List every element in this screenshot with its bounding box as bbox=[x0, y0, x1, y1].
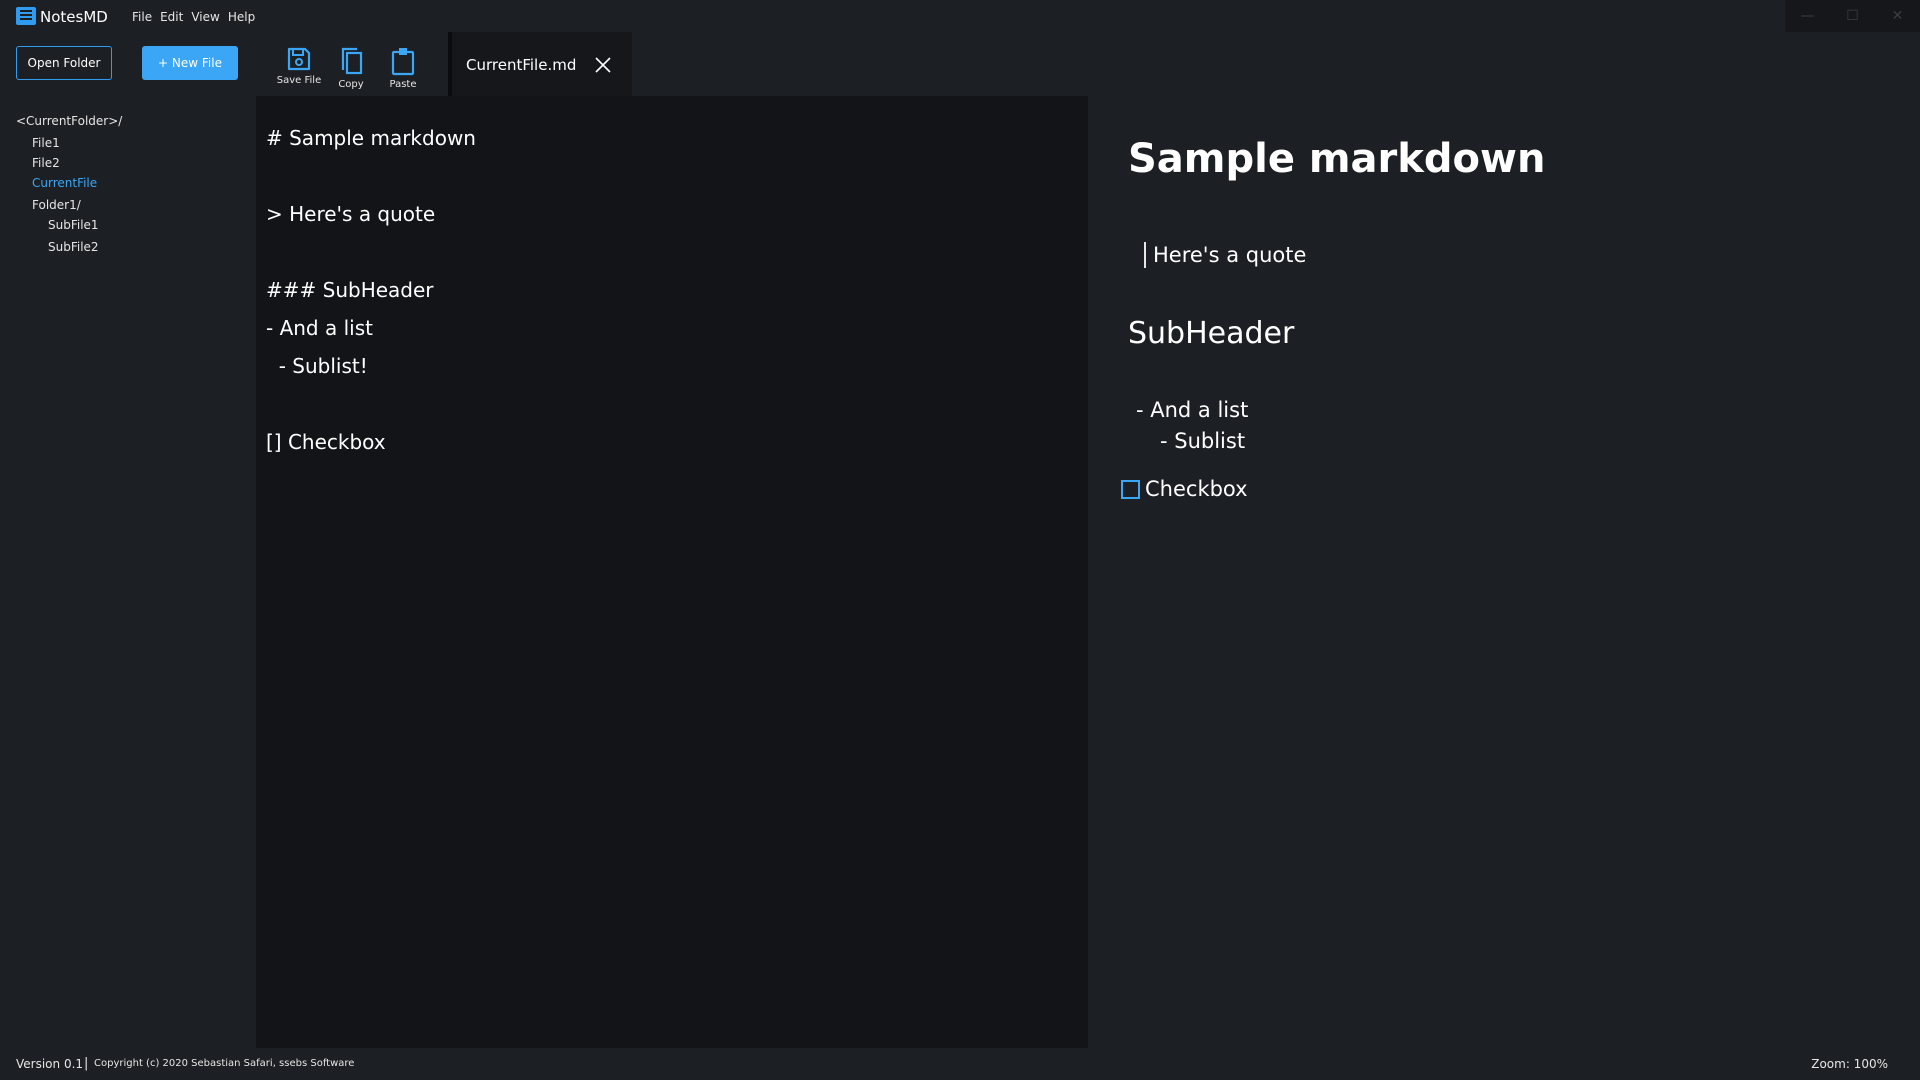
menu-view[interactable]: View bbox=[191, 10, 219, 24]
tree-item-file1[interactable]: File1 bbox=[32, 136, 60, 150]
tab-label: CurrentFile.md bbox=[466, 56, 577, 74]
editor-line: - Sublist! bbox=[266, 354, 368, 378]
preview-checkbox-label: Checkbox bbox=[1145, 477, 1248, 501]
preview-sublist-item: - Sublist bbox=[1160, 429, 1246, 453]
copy-button[interactable]: Copy bbox=[323, 46, 379, 90]
editor-line: - And a list bbox=[266, 316, 373, 340]
paste-button[interactable]: Paste bbox=[375, 46, 431, 90]
copy-label: Copy bbox=[338, 79, 364, 90]
maximize-button[interactable]: ☐ bbox=[1838, 8, 1868, 24]
preview-blockquote: Here's a quote bbox=[1144, 242, 1306, 268]
editor-line: > Here's a quote bbox=[266, 202, 436, 226]
tree-item-subfile1[interactable]: SubFile1 bbox=[48, 218, 99, 232]
editor-line: [] Checkbox bbox=[266, 430, 386, 454]
status-separator: | bbox=[84, 1056, 89, 1071]
minimize-button[interactable]: — bbox=[1793, 8, 1823, 24]
markdown-preview: Sample markdown Here's a quote SubHeader… bbox=[1088, 96, 1920, 1048]
paste-label: Paste bbox=[389, 79, 417, 90]
tree-item-currentfile[interactable]: CurrentFile bbox=[32, 176, 97, 190]
menu-edit[interactable]: Edit bbox=[160, 10, 183, 24]
save-icon bbox=[287, 47, 311, 71]
tree-item-folder1[interactable]: Folder1/ bbox=[32, 198, 81, 212]
copy-icon bbox=[341, 47, 363, 75]
markdown-editor[interactable]: # Sample markdown > Here's a quote ### S… bbox=[256, 96, 1088, 1048]
save-file-button[interactable]: Save File bbox=[271, 46, 327, 86]
app-title: NotesMD bbox=[40, 8, 108, 26]
toolbar: Save File Copy Paste CurrentFile.md bbox=[256, 32, 1920, 96]
preview-list-item: - And a list bbox=[1136, 398, 1249, 422]
notes-icon bbox=[16, 7, 36, 25]
tree-item-file2[interactable]: File2 bbox=[32, 156, 60, 170]
preview-heading-1: Sample markdown bbox=[1128, 136, 1546, 182]
preview-checkbox[interactable] bbox=[1121, 480, 1140, 499]
menu-file[interactable]: File bbox=[132, 10, 152, 24]
tab-currentfile[interactable]: CurrentFile.md bbox=[448, 32, 632, 96]
close-tab-icon[interactable] bbox=[594, 56, 612, 74]
title-bar: NotesMD File Edit View Help — ☐ ✕ bbox=[0, 0, 1920, 32]
window-controls: — ☐ ✕ bbox=[1785, 0, 1920, 32]
menu-help[interactable]: Help bbox=[228, 10, 255, 24]
paste-icon bbox=[391, 48, 415, 76]
copyright-label: Copyright (c) 2020 Sebastian Safari, sse… bbox=[94, 1058, 355, 1069]
save-file-label: Save File bbox=[276, 75, 322, 86]
editor-line: ### SubHeader bbox=[266, 278, 434, 302]
sidebar: Open Folder + New File <CurrentFolder>/ … bbox=[0, 32, 256, 1048]
status-bar: Version 0.1 | Copyright (c) 2020 Sebasti… bbox=[0, 1048, 1920, 1080]
zoom-label: Zoom: 100% bbox=[1811, 1057, 1888, 1071]
tree-item-current-folder[interactable]: <CurrentFolder>/ bbox=[16, 114, 122, 128]
preview-heading-3: SubHeader bbox=[1128, 316, 1295, 351]
open-folder-button[interactable]: Open Folder bbox=[16, 46, 112, 80]
editor-line: # Sample markdown bbox=[266, 126, 476, 150]
version-label: Version 0.1 bbox=[16, 1057, 84, 1071]
close-window-button[interactable]: ✕ bbox=[1883, 8, 1913, 24]
menu-bar: File Edit View Help bbox=[132, 10, 255, 24]
tree-item-subfile2[interactable]: SubFile2 bbox=[48, 240, 99, 254]
new-file-button[interactable]: + New File bbox=[142, 46, 238, 80]
